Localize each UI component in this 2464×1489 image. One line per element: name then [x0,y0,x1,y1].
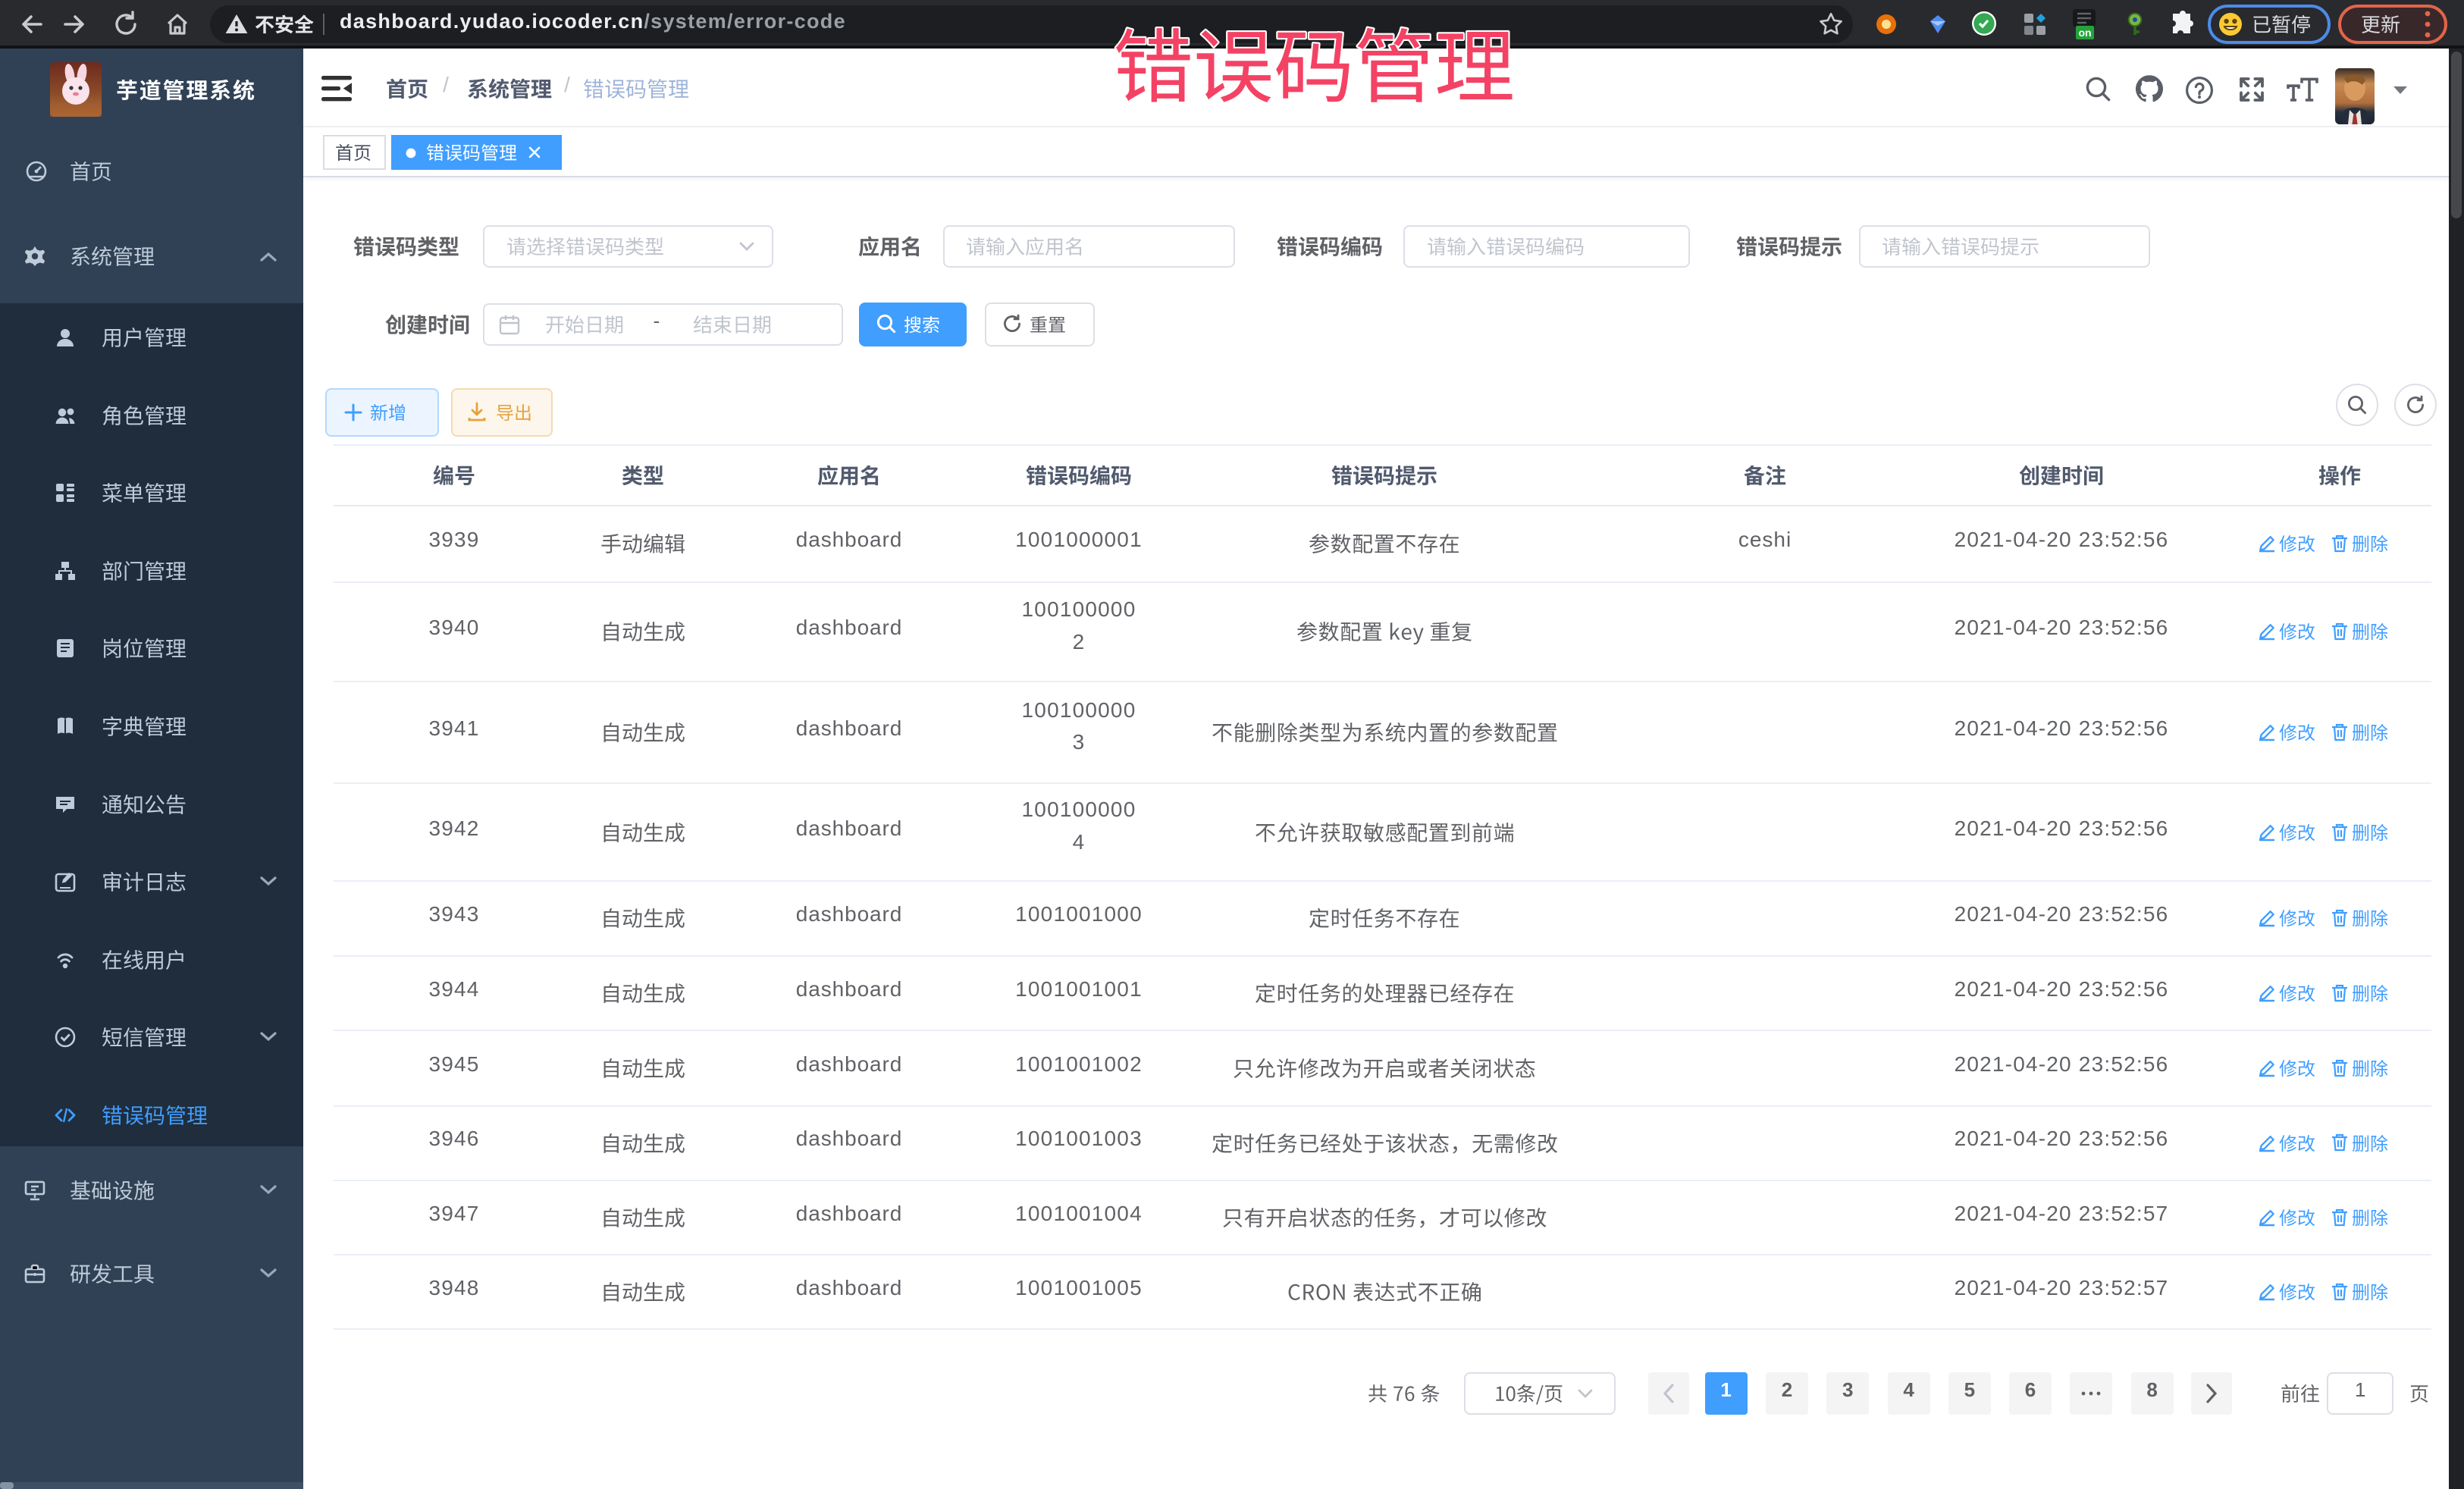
svg-text:on: on [2078,27,2091,39]
